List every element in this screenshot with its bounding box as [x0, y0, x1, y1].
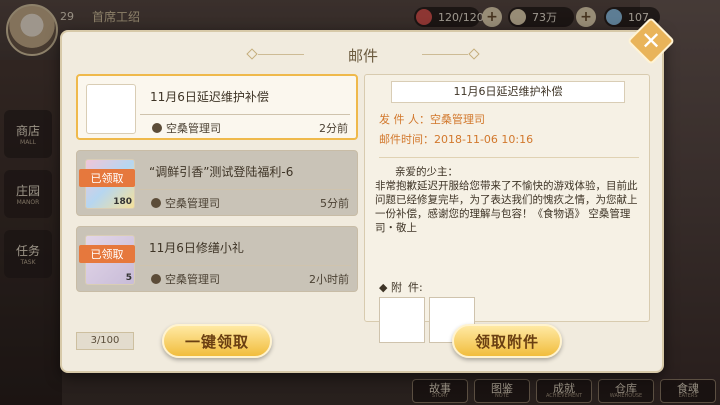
mail-item[interactable]: 180 已领取 “调鲜引香”测试登陆福利-6 空桑管理司 5分前: [76, 150, 358, 216]
sender-icon: [151, 274, 161, 284]
mail-sender: 空桑管理司: [151, 271, 220, 287]
detail-divider: [379, 157, 639, 158]
mail-sender: 空桑管理司: [152, 120, 221, 136]
detail-time-row: 邮件时间：2018-11-06 10:16: [379, 131, 533, 147]
title-ornament-right: [468, 48, 480, 60]
detail-body: 亲爱的少主： 非常抱歉延迟开服给您带来了不愉快的游戏体验，目前此问题已经修复完毕…: [375, 165, 643, 235]
close-icon: ✕: [640, 27, 662, 55]
mail-subject: “调鲜引香”测试登陆福利-6: [149, 165, 294, 179]
claimed-badge: 已领取: [79, 169, 135, 187]
mail-subject: 11月6日修缮小礼: [149, 241, 244, 255]
attachments-label: ◆ 附 件:: [379, 279, 423, 295]
mail-counter: 3/100: [76, 332, 134, 350]
mail-subject: 11月6日延迟维护补偿: [150, 90, 269, 104]
detail-time-label: 邮件时间：: [379, 133, 434, 146]
mail-divider: [139, 189, 351, 190]
mail-divider: [139, 265, 351, 266]
mail-divider: [140, 114, 350, 115]
mail-time: 2分前: [319, 122, 348, 135]
dialog-title: 邮件: [347, 47, 378, 65]
mail-item[interactable]: 5 已领取 11月6日修缮小礼 空桑管理司 2小时前: [76, 226, 358, 292]
mail-item[interactable]: 11月6日延迟维护补偿 空桑管理司 2分前: [76, 74, 358, 140]
mail-sender-name: 空桑管理司: [166, 122, 221, 135]
detail-sender-row: 发 件 人：空桑管理司: [379, 111, 485, 127]
attachments-label-a: ◆ 附: [379, 281, 402, 294]
mail-sender-name: 空桑管理司: [165, 197, 220, 210]
mail-detail-panel: 11月6日延迟维护补偿 发 件 人：空桑管理司 邮件时间：2018-11-06 …: [364, 74, 650, 343]
item-quantity: 180: [113, 197, 132, 207]
claimed-badge: 已领取: [79, 245, 135, 263]
title-divider-right: [422, 54, 468, 55]
item-quantity: 5: [125, 273, 132, 283]
claim-all-button[interactable]: 一键领取: [162, 324, 272, 358]
mail-time: 5分前: [320, 197, 349, 210]
mail-envelope-thumbnail: [86, 84, 136, 134]
detail-message: 非常抱歉延迟开服给您带来了不愉快的游戏体验，目前此问题已经修复完毕，为了表达我们…: [375, 180, 638, 234]
detail-greeting: 亲爱的少主：: [395, 166, 458, 178]
claim-attachments-button[interactable]: 领取附件: [452, 324, 562, 358]
sender-icon: [151, 198, 161, 208]
mail-time: 2小时前: [309, 273, 349, 286]
title-divider-left: [258, 54, 304, 55]
detail-title: 11月6日延迟维护补偿: [391, 81, 625, 103]
mail-sender: 空桑管理司: [151, 195, 220, 211]
mail-list: 11月6日延迟维护补偿 空桑管理司 2分前 180 已领取 “调鲜引香”测试登陆…: [76, 74, 358, 302]
detail-sender-label: 发 件 人：: [379, 113, 430, 126]
title-ornament-left: [246, 48, 258, 60]
attachments-label-b: 件:: [407, 281, 423, 294]
mail-dialog: 邮件 11月6日延迟维护补偿 空桑管理司 2分前 180 已领取 “调鲜引香”测…: [60, 30, 664, 373]
detail-sender: 空桑管理司: [430, 113, 485, 126]
attachment-slot[interactable]: [379, 297, 425, 343]
detail-time: 2018-11-06 10:16: [434, 133, 534, 146]
mail-sender-name: 空桑管理司: [165, 273, 220, 286]
sender-icon: [152, 123, 162, 133]
